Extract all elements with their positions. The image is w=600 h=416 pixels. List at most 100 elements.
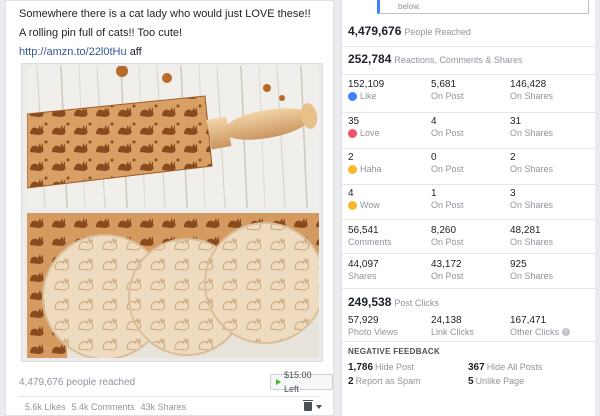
post-insights-panel: below. 4,479,676 People Reached 252,784 Re… (341, 0, 595, 416)
post-line-2: A rolling pin full of cats!! Too cute! (19, 27, 183, 39)
hide-post-label: Hide Post (375, 362, 415, 372)
comments-row: 56,541 Comments 8,260 On Post 48,281 On Sha… (348, 225, 588, 261)
on-shares-label: On Shares (510, 164, 554, 174)
like-label: Like (360, 91, 377, 101)
other-clicks-value: 167,471 (510, 315, 547, 326)
report-spam-label: Report as Spam (355, 376, 421, 386)
link-clicks-value: 24,138 (431, 315, 462, 326)
other-clicks-label: Other Clicks (510, 327, 560, 337)
post-people-reached: 4,479,676 people reached (19, 377, 136, 388)
on-post-label: On Post (431, 164, 464, 174)
shares-count[interactable]: 43k Shares (141, 402, 187, 412)
trash-icon[interactable] (303, 400, 313, 411)
post-message: Somewhere there is a cat lady who would … (19, 7, 311, 64)
negative-feedback-title: NEGATIVE FEEDBACK (348, 347, 441, 356)
chevron-down-icon[interactable] (316, 404, 322, 409)
engagement-label: Reactions, Comments & Shares (394, 55, 523, 65)
on-post-label: On Post (431, 128, 464, 138)
haha-on-post: 0 (431, 152, 437, 163)
people-reached-label: People Reached (404, 27, 471, 37)
post-link-suffix: aff (129, 46, 142, 58)
post-card: Somewhere there is a cat lady who would … (5, 0, 334, 416)
like-on-shares: 146,428 (510, 79, 547, 90)
clicks-row: 57,929 Photo Views 24,138 Link Clicks 167,… (348, 315, 588, 351)
haha-icon (348, 164, 357, 174)
cookies-photo (27, 213, 319, 358)
divider (342, 112, 595, 113)
divider (342, 341, 595, 342)
on-shares-label: On Shares (510, 237, 554, 247)
unlike-page-stat: 5 Unlike Page (468, 376, 524, 387)
hide-all-posts-value: 367 (468, 362, 485, 373)
on-post-label: On Post (431, 200, 464, 210)
offer-button-label: $15.00 Left (284, 370, 312, 394)
post-engagement-stats: 5.6k Likes 5.4k Comments 43k Shares (25, 402, 186, 412)
love-label: Love (360, 128, 380, 138)
haha-label: Haha (360, 164, 382, 174)
like-icon (348, 91, 357, 101)
info-icon[interactable]: i (562, 328, 571, 336)
on-shares-label: On Shares (510, 128, 554, 138)
shares-label: Shares (348, 271, 377, 281)
on-shares-label: On Shares (510, 200, 554, 210)
divider (342, 184, 595, 185)
shares-total: 44,097 (348, 259, 379, 270)
shares-row: 44,097 Shares 43,172 On Post 925 On Shares (348, 259, 588, 295)
photo-views-value: 57,929 (348, 315, 379, 326)
people-reached-summary: 4,479,676 People Reached (348, 24, 471, 38)
post-clicks-label: Post Clicks (394, 298, 439, 308)
rolling-pin-photo (27, 66, 319, 208)
comments-on-shares: 48,281 (510, 225, 541, 236)
reaction-row-haha: 2 Haha 0 On Post 2 On Shares (348, 152, 588, 188)
divider (342, 219, 595, 220)
divider (342, 253, 595, 254)
comments-on-post: 8,260 (431, 225, 457, 236)
offer-button[interactable]: $15.00 Left (270, 370, 333, 394)
like-on-post: 5,681 (431, 79, 457, 90)
divider (342, 46, 595, 47)
post-actions[interactable] (303, 400, 322, 411)
unlike-page-value: 5 (468, 376, 474, 387)
hide-post-stat: 1,786 Hide Post (348, 362, 414, 373)
link-clicks-label: Link Clicks (431, 327, 475, 337)
divider (342, 148, 595, 149)
reaction-row-love: 35 Love 4 On Post 31 On Shares (348, 116, 588, 152)
post-line-1: Somewhere there is a cat lady who would … (19, 8, 311, 20)
like-total: 152,109 (348, 79, 385, 90)
comments-count[interactable]: 5.4k Comments (72, 402, 135, 412)
post-clicks-summary: 249,538 Post Clicks (348, 295, 439, 309)
engagement-value: 252,784 (348, 52, 392, 66)
comments-total: 56,541 (348, 225, 379, 236)
post-clicks-value: 249,538 (348, 295, 392, 309)
haha-on-shares: 2 (510, 152, 516, 163)
divider (342, 74, 595, 75)
on-shares-label: On Shares (510, 271, 554, 281)
hide-all-posts-stat: 367 Hide All Posts (468, 362, 542, 373)
hide-post-value: 1,786 (348, 362, 374, 373)
engagement-summary: 252,784 Reactions, Comments & Shares (348, 52, 522, 66)
on-post-label: On Post (431, 237, 464, 247)
shares-on-post: 43,172 (431, 259, 462, 270)
wow-on-post: 1 (431, 188, 437, 199)
post-link[interactable]: http://amzn.to/22l0tHu (19, 46, 127, 58)
on-post-label: On Post (431, 91, 464, 101)
on-post-label: On Post (431, 271, 464, 281)
post-divider (18, 396, 321, 397)
wow-on-shares: 3 (510, 188, 516, 199)
tooltip: below. (377, 0, 589, 14)
love-total: 35 (348, 116, 360, 127)
love-on-post: 4 (431, 116, 437, 127)
love-icon (348, 128, 357, 138)
shares-on-shares: 925 (510, 259, 527, 270)
wow-total: 4 (348, 188, 354, 199)
likes-count[interactable]: 5.6k Likes (25, 402, 66, 412)
divider (342, 288, 595, 289)
photo-views-label: Photo Views (348, 327, 398, 337)
hide-all-posts-label: Hide All Posts (486, 362, 543, 372)
unlike-page-label: Unlike Page (475, 376, 525, 386)
post-photo[interactable] (21, 63, 323, 362)
play-icon (276, 379, 281, 385)
report-spam-stat: 2 Report as Spam (348, 376, 421, 387)
comments-label: Comments (348, 237, 392, 247)
haha-total: 2 (348, 152, 354, 163)
